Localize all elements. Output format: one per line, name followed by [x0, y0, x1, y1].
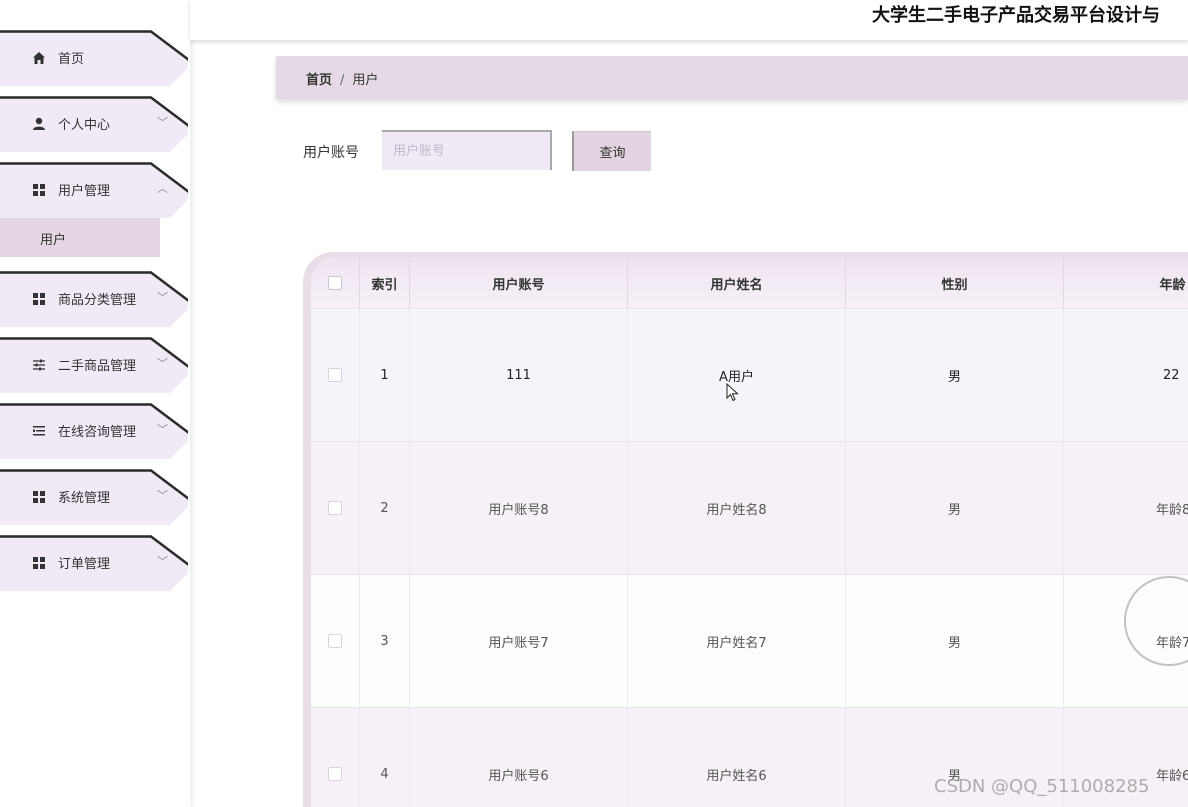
sidebar-item-user-management[interactable]: 用户管理 ︿ — [0, 162, 188, 218]
sidebar-item-goods-management[interactable]: 二手商品管理 ﹀ — [0, 337, 188, 393]
cell-account: 111 — [410, 309, 628, 441]
grid-icon — [31, 291, 47, 307]
sidebar-item-label: 系统管理 — [58, 491, 111, 506]
row-checkbox[interactable] — [328, 634, 342, 648]
account-search-input[interactable] — [382, 130, 552, 170]
sidebar-subitem-label: 用户 — [40, 233, 67, 248]
sidebar-subitem-user[interactable]: 用户 — [0, 218, 160, 257]
chevron-down-icon: ﹀ — [157, 291, 168, 304]
cell-age: 年龄8 — [1064, 442, 1188, 574]
breadcrumb-home[interactable]: 首页 — [306, 73, 332, 88]
cell-name: A用户 — [628, 309, 846, 441]
select-all-cell — [311, 258, 360, 308]
home-icon — [31, 50, 47, 66]
column-header-gender[interactable]: 性别 — [846, 258, 1064, 308]
cell-gender: 男 — [846, 309, 1064, 441]
sidebar-item-system-management[interactable]: 系统管理 ﹀ — [0, 469, 188, 525]
row-checkbox[interactable] — [328, 501, 342, 515]
sidebar-item-label: 在线咨询管理 — [58, 425, 137, 440]
mouse-cursor-icon — [726, 383, 739, 402]
column-header-index[interactable]: 索引 — [360, 258, 410, 308]
cell-gender: 男 — [846, 575, 1064, 707]
sidebar-item-label: 用户管理 — [58, 184, 111, 199]
cell-name: 用户姓名7 — [628, 575, 846, 707]
chevron-down-icon: ﹀ — [157, 423, 168, 436]
chevron-down-icon: ﹀ — [157, 116, 168, 129]
app-title: 大学生二手电子产品交易平台设计与 — [872, 5, 1160, 26]
grid-icon — [31, 555, 47, 571]
table-row[interactable]: 3 用户账号7 用户姓名7 男 年龄7 — [311, 574, 1188, 707]
chevron-down-icon: ﹀ — [157, 555, 168, 568]
user-table: 索引 用户账号 用户姓名 性别 年龄 1 111 A用户 男 22 2 用户账号… — [303, 252, 1188, 807]
sidebar-item-label: 个人中心 — [58, 118, 111, 133]
watermark: CSDN @QQ_511008285 — [934, 776, 1150, 797]
select-all-checkbox[interactable] — [328, 276, 342, 290]
list-icon — [31, 423, 47, 439]
top-header: 大学生二手电子产品交易平台设计与 — [190, 0, 1188, 40]
sidebar-item-home[interactable]: 首页 — [0, 30, 188, 86]
sidebar-item-label: 订单管理 — [58, 557, 111, 572]
sidebar-item-label: 二手商品管理 — [58, 359, 137, 374]
breadcrumb: 首页 / 用户 — [276, 56, 1188, 99]
chevron-down-icon: ﹀ — [157, 489, 168, 502]
sliders-icon — [31, 357, 47, 373]
cell-index: 4 — [360, 708, 410, 807]
cell-name: 用户姓名8 — [628, 442, 846, 574]
menu-item-shape — [0, 30, 188, 86]
column-header-account[interactable]: 用户账号 — [410, 258, 628, 308]
cell-account: 用户账号6 — [410, 708, 628, 807]
cell-index: 2 — [360, 442, 410, 574]
search-button[interactable]: 查询 — [572, 131, 651, 171]
column-header-name[interactable]: 用户姓名 — [628, 258, 846, 308]
sidebar-item-order-management[interactable]: 订单管理 ﹀ — [0, 535, 188, 591]
grid-icon — [31, 489, 47, 505]
sidebar-item-label: 商品分类管理 — [58, 293, 137, 308]
grid-icon — [31, 182, 47, 198]
cell-gender: 男 — [846, 442, 1064, 574]
table-header: 索引 用户账号 用户姓名 性别 年龄 — [311, 258, 1188, 308]
table-row[interactable]: 2 用户账号8 用户姓名8 男 年龄8 — [311, 441, 1188, 574]
sidebar-item-consult-management[interactable]: 在线咨询管理 ﹀ — [0, 403, 188, 459]
row-checkbox[interactable] — [328, 368, 342, 382]
cell-name: 用户姓名6 — [628, 708, 846, 807]
cell-account: 用户账号7 — [410, 575, 628, 707]
table-row[interactable]: 1 111 A用户 男 22 — [311, 308, 1188, 441]
breadcrumb-current: 用户 — [352, 73, 379, 88]
search-label: 用户账号 — [303, 145, 359, 161]
breadcrumb-separator: / — [340, 73, 345, 88]
sidebar-item-label: 首页 — [58, 52, 85, 67]
cell-age: 22 — [1064, 309, 1188, 441]
person-icon — [31, 116, 47, 132]
cell-index: 3 — [360, 575, 410, 707]
chevron-down-icon: ﹀ — [157, 357, 168, 370]
cell-account: 用户账号8 — [410, 442, 628, 574]
row-checkbox[interactable] — [328, 767, 342, 781]
sidebar-item-profile[interactable]: 个人中心 ﹀ — [0, 96, 188, 152]
sidebar: 首页 个人中心 ﹀ 用户管理 ︿ 用户 商品分类管理 ﹀ 二手商品管理 ﹀ 在线… — [0, 0, 190, 807]
cell-index: 1 — [360, 309, 410, 441]
chevron-up-icon: ︿ — [157, 182, 168, 195]
column-header-age[interactable]: 年龄 — [1064, 258, 1188, 308]
sidebar-item-category-management[interactable]: 商品分类管理 ﹀ — [0, 271, 188, 327]
